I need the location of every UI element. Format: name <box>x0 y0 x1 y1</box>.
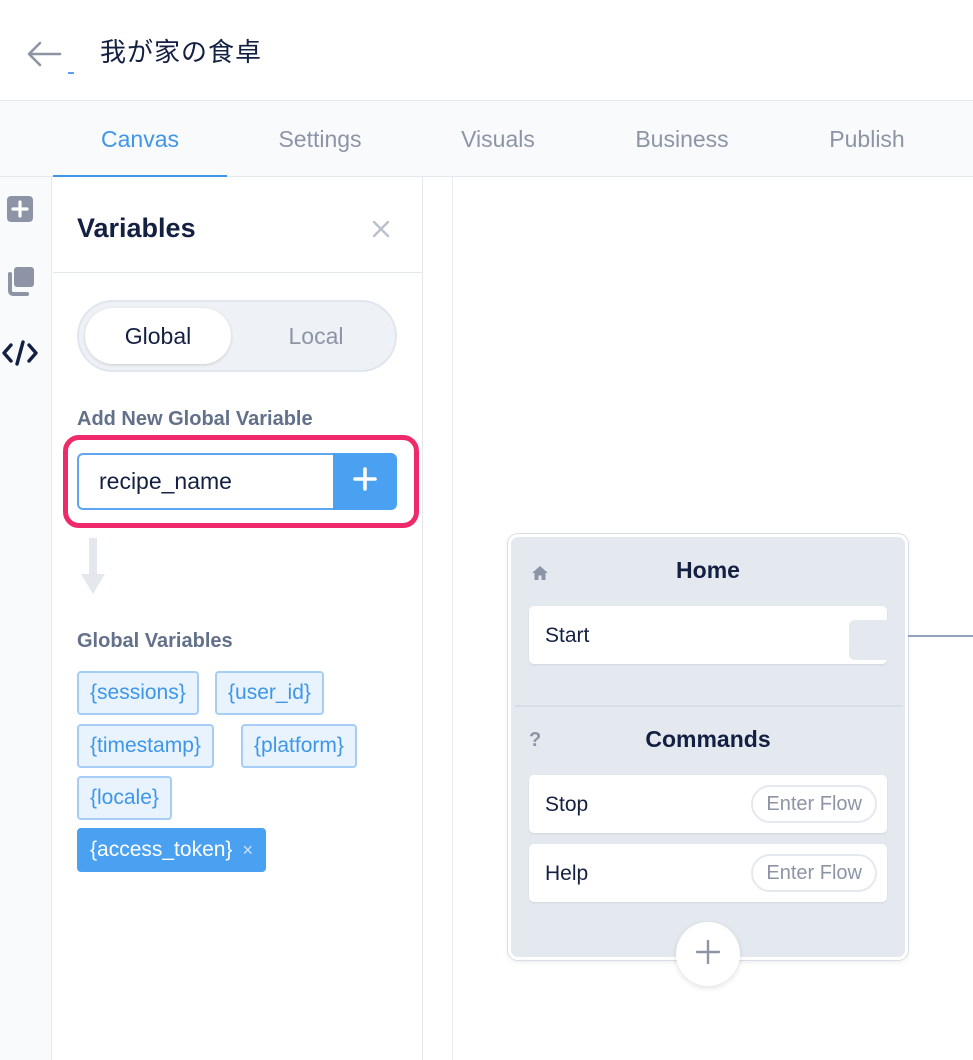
tool-rail <box>0 177 52 1060</box>
add-block-button[interactable] <box>0 191 40 231</box>
flow-canvas[interactable]: Home Start ? Commands Stop Enter Flow He… <box>424 177 973 1060</box>
scope-local-option[interactable]: Local <box>243 308 389 364</box>
plus-icon <box>353 467 377 496</box>
enter-flow-button[interactable]: Enter Flow <box>751 854 877 892</box>
block-separator <box>515 705 903 707</box>
variable-chip-locale[interactable]: {locale} <box>77 776 172 820</box>
canvas-guide-line <box>452 177 453 1060</box>
tab-visuals[interactable]: Visuals <box>425 101 571 177</box>
start-step[interactable]: Start <box>529 606 889 664</box>
project-title: 我が家の食卓 <box>100 38 263 68</box>
commands-title: Commands <box>645 726 771 752</box>
step-label: Start <box>545 624 590 647</box>
tab-business[interactable]: Business <box>600 101 764 177</box>
code-icon <box>1 339 39 372</box>
add-variable-button[interactable] <box>333 453 397 510</box>
enter-flow-button[interactable]: Enter Flow <box>751 785 877 823</box>
add-step-button[interactable] <box>676 922 740 986</box>
arrow-down-icon <box>80 538 106 601</box>
variable-chip-sessions[interactable]: {sessions} <box>77 671 199 715</box>
remove-variable-icon[interactable]: × <box>242 840 253 860</box>
variables-button[interactable] <box>0 335 40 375</box>
tab-settings[interactable]: Settings <box>240 101 400 177</box>
arrow-left-icon <box>24 34 68 74</box>
scope-toggle: Global Local <box>77 300 397 372</box>
add-block-icon <box>6 195 34 228</box>
add-variable-label: Add New Global Variable <box>77 408 313 430</box>
variable-chip-label: {access_token} <box>90 838 233 861</box>
copy-icon <box>4 265 36 302</box>
command-stop[interactable]: Stop Enter Flow <box>529 775 887 833</box>
variables-panel: Variables Global Local Add New Global Va… <box>53 177 423 1060</box>
close-icon <box>369 220 393 245</box>
variable-chip-timestamp[interactable]: {timestamp} <box>77 724 214 768</box>
panel-divider <box>53 272 422 273</box>
tab-publish[interactable]: Publish <box>790 101 944 177</box>
command-label: Stop <box>545 793 589 816</box>
main-tabs: Canvas Settings Visuals Business Publish <box>0 101 973 178</box>
global-variables-label: Global Variables <box>77 630 233 652</box>
variable-chip-access-token[interactable]: {access_token} × <box>77 828 266 872</box>
app-header: 我が家の食卓 <box>0 0 973 101</box>
close-panel-button[interactable] <box>369 217 393 241</box>
panel-title: Variables <box>77 213 196 243</box>
variable-chip-user-id[interactable]: {user_id} <box>215 671 324 715</box>
block-title: Home <box>676 557 740 583</box>
output-port[interactable] <box>849 620 889 660</box>
back-focus-indicator <box>68 72 74 74</box>
copy-button[interactable] <box>0 263 40 303</box>
tab-canvas[interactable]: Canvas <box>53 101 227 178</box>
command-label: Help <box>545 862 589 885</box>
back-button[interactable] <box>24 34 68 74</box>
command-help[interactable]: Help Enter Flow <box>529 844 887 902</box>
new-variable-input[interactable] <box>77 453 333 510</box>
home-block[interactable]: Home Start ? Commands Stop Enter Flow He… <box>508 534 908 960</box>
connection-line <box>908 635 973 637</box>
variable-chip-platform[interactable]: {platform} <box>241 724 357 768</box>
scope-global-option[interactable]: Global <box>85 308 231 364</box>
plus-icon <box>695 939 721 970</box>
